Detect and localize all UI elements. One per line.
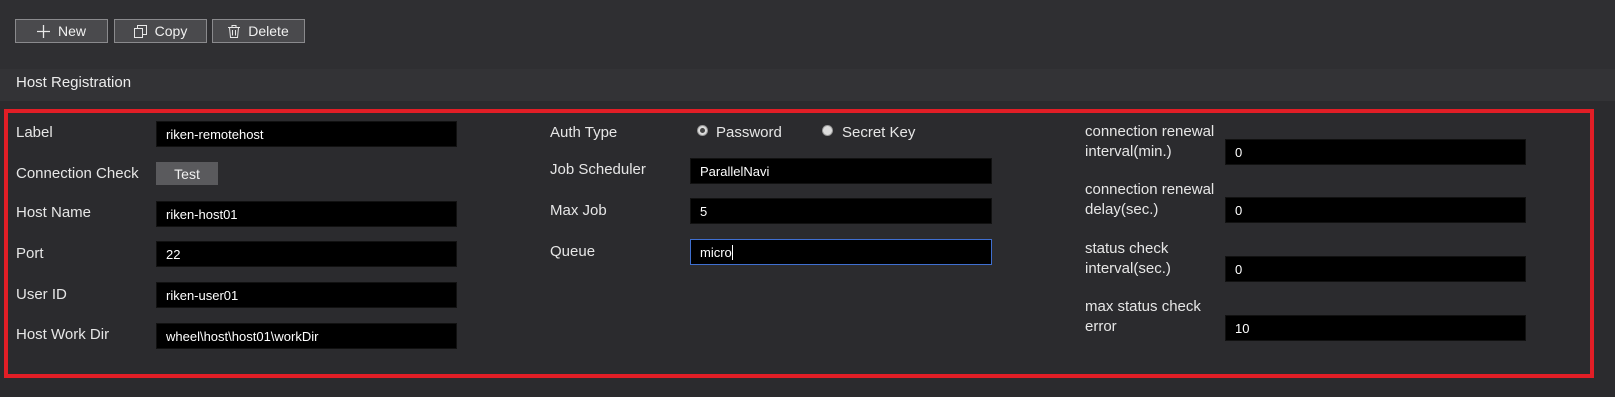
renewal-delay-input[interactable]: 0 — [1225, 197, 1526, 223]
new-button[interactable]: New — [15, 19, 108, 43]
job-scheduler-label: Job Scheduler — [550, 161, 646, 178]
delete-button[interactable]: Delete — [212, 19, 305, 43]
connection-check-label: Connection Check — [16, 165, 139, 182]
label-field-label: Label — [16, 124, 53, 141]
host-work-dir-label: Host Work Dir — [16, 326, 110, 343]
text-caret — [731, 245, 733, 260]
renewal-delay-label-line2: delay(sec.) — [1085, 201, 1159, 218]
status-interval-label-line2: interval(sec.) — [1085, 260, 1171, 277]
trash-icon — [228, 24, 241, 38]
label-input[interactable]: riken-remotehost — [156, 121, 457, 147]
delete-button-label: Delete — [248, 23, 289, 39]
max-status-error-label-line1: max status check — [1085, 298, 1201, 315]
max-job-input[interactable]: 5 — [690, 198, 992, 224]
job-scheduler-input[interactable]: ParallelNavi — [690, 158, 992, 184]
new-button-label: New — [57, 23, 86, 39]
copy-button[interactable]: Copy — [114, 19, 207, 43]
status-interval-input[interactable]: 0 — [1225, 256, 1526, 282]
queue-input[interactable]: micro — [690, 239, 992, 265]
section-header — [0, 69, 1615, 101]
renewal-delay-label-line1: connection renewal — [1085, 181, 1215, 198]
auth-type-label: Auth Type — [550, 124, 618, 141]
password-radio[interactable] — [697, 125, 708, 136]
host-name-input[interactable]: riken-host01 — [156, 201, 457, 227]
queue-label: Queue — [550, 243, 596, 260]
host-name-label: Host Name — [16, 204, 92, 221]
password-option-label: Password — [716, 124, 782, 141]
status-interval-label-line1: status check — [1085, 240, 1169, 257]
copy-button-label: Copy — [154, 23, 188, 39]
plus-icon — [36, 24, 50, 38]
secret-key-radio[interactable] — [822, 125, 833, 136]
max-status-error-input[interactable]: 10 — [1225, 315, 1526, 341]
secret-key-option-label: Secret Key — [842, 124, 916, 141]
user-id-input[interactable]: riken-user01 — [156, 282, 457, 308]
port-input[interactable]: 22 — [156, 241, 457, 267]
user-id-label: User ID — [16, 286, 67, 303]
renewal-interval-label-line2: interval(min.) — [1085, 143, 1172, 160]
test-button[interactable]: Test — [156, 162, 218, 185]
copy-icon — [133, 24, 147, 38]
renewal-interval-input[interactable]: 0 — [1225, 139, 1526, 165]
host-work-dir-input[interactable]: wheel\host\host01\workDir — [156, 323, 457, 349]
max-status-error-label-line2: error — [1085, 318, 1117, 335]
renewal-interval-label-line1: connection renewal — [1085, 123, 1215, 140]
toolbar: New Copy Delete — [0, 0, 1615, 69]
queue-input-value: micro — [700, 245, 732, 260]
max-job-label: Max Job — [550, 202, 607, 219]
port-label: Port — [16, 245, 44, 262]
section-title: Host Registration — [16, 74, 132, 91]
